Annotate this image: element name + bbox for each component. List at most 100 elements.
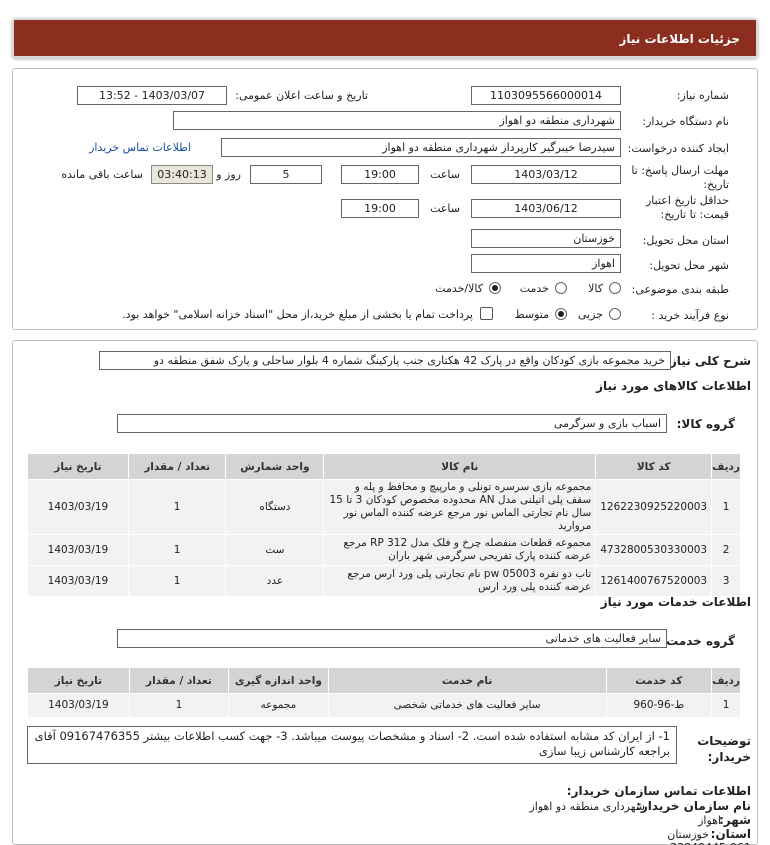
goods-col-qty: تعداد / مقدار: [127, 453, 227, 480]
cell-unit: ست: [225, 534, 325, 566]
buyer-notes-field: 1- از ایران کد مشابه استفاده شده است. 2-…: [27, 726, 677, 764]
page-header: جزئیات اطلاعات نیاز: [12, 18, 758, 58]
validity-time-field: 19:00: [341, 199, 419, 218]
cell-qty: 1: [128, 693, 230, 718]
province-label: استان محل تحویل:: [642, 234, 729, 247]
deadline-date-field: 1403/03/12: [471, 165, 621, 184]
contact-province-value: خوزستان: [667, 828, 709, 841]
services-col-date: تاریخ نیاز: [27, 667, 130, 694]
contact-phone-partial: 33840445-061: [670, 841, 751, 845]
services-col-qty: تعداد / مقدار: [128, 667, 230, 694]
deadline-label-2: تاریخ:: [703, 178, 729, 191]
contact-province-label: استان:: [710, 827, 751, 841]
process-radio-medium[interactable]: [555, 308, 567, 320]
cell-code: 4732800530330003: [595, 534, 713, 566]
buyer-org-field: شهرداری منطقه دو اهواز: [173, 111, 621, 130]
services-col-row: ردیف: [711, 667, 741, 694]
category-label: طبقه بندی موضوعی:: [631, 283, 729, 296]
validity-label-2: قیمت: تا تاریخ:: [660, 208, 729, 221]
cell-qty: 1: [127, 479, 227, 535]
services-table: ردیف کد خدمت نام خدمت واحد اندازه گیری ت…: [27, 667, 741, 718]
service-group-field: سایر فعالیت های خدماتی: [117, 629, 667, 648]
org-name-label: نام سازمان خریدار:: [636, 799, 751, 813]
cell-row: 3: [711, 565, 741, 597]
service-group-label: گروه خدمت:: [661, 634, 735, 648]
cell-unit: عدد: [225, 565, 325, 597]
process-medium-label: متوسط: [514, 308, 549, 321]
remaining-time-field: 03:40:13: [151, 165, 213, 184]
announce-field: 1403/03/07 - 13:52: [77, 86, 227, 105]
services-col-name: نام خدمت: [327, 667, 607, 694]
cell-unit: مجموعه: [228, 693, 329, 718]
buyer-contact-link[interactable]: اطلاعات تماس خریدار: [89, 141, 191, 154]
need-info-panel: شماره نیاز: 1103095566000014 تاریخ و ساع…: [12, 68, 758, 330]
cell-date: 1403/03/19: [27, 565, 129, 597]
need-number-field: 1103095566000014: [471, 86, 621, 105]
goods-section-title: اطلاعات کالاهای مورد نیاز: [596, 379, 751, 393]
deadline-time-field: 19:00: [341, 165, 419, 184]
goods-table: ردیف کد کالا نام کالا واحد شمارش تعداد /…: [27, 453, 741, 597]
days-remaining-field: 5: [250, 165, 322, 184]
services-table-header: ردیف کد خدمت نام خدمت واحد اندازه گیری ت…: [27, 667, 741, 694]
goods-col-code: کد کالا: [595, 453, 713, 480]
contact-city-value: اهواز: [698, 814, 721, 827]
cell-row: 1: [711, 479, 741, 535]
table-row: 3 1261400767520003 تاب دو نفره pw 05003 …: [27, 565, 741, 597]
cell-unit: دستگاه: [225, 479, 325, 535]
process-radio-minor[interactable]: [609, 308, 621, 320]
cell-code: 1262230925220003: [595, 479, 713, 535]
summary-field: خرید مجموعه بازی کودکان واقع در پارک 42 …: [99, 351, 671, 370]
goods-col-unit: واحد شمارش: [225, 453, 325, 480]
city-field: اهواز: [471, 254, 621, 273]
goods-group-label: گروه کالا:: [676, 417, 735, 431]
process-label: نوع فرآیند خرید :: [651, 309, 729, 322]
contact-section-title: اطلاعات تماس سازمان خریدار:: [566, 784, 751, 798]
goods-table-header: ردیف کد کالا نام کالا واحد شمارش تعداد /…: [27, 453, 741, 480]
goods-col-row: ردیف: [711, 453, 741, 480]
cell-row: 2: [711, 534, 741, 566]
cell-qty: 1: [127, 534, 227, 566]
cell-date: 1403/03/19: [27, 693, 130, 718]
goods-col-date: تاریخ نیاز: [27, 453, 129, 480]
category-goods-service-label: کالا/خدمت: [435, 282, 483, 295]
table-row: 1 1262230925220003 مجموعه بازی سرسره تون…: [27, 479, 741, 535]
goods-col-name: نام کالا: [323, 453, 597, 480]
announce-label: تاریخ و ساعت اعلان عمومی:: [235, 89, 368, 102]
creator-label: ایجاد کننده درخواست:: [627, 142, 729, 155]
remaining-time-label: ساعت باقی مانده: [61, 168, 143, 181]
cell-name: تاب دو نفره pw 05003 نام تجارتی پلی ورد …: [323, 565, 597, 597]
process-minor-label: جزیی: [577, 308, 603, 321]
table-row: 1 ط-96-960 سایر فعالیت های خدماتی شخصی م…: [27, 693, 741, 718]
validity-date-field: 1403/06/12: [471, 199, 621, 218]
cell-code: ط-96-960: [605, 693, 713, 718]
treasury-payment-checkbox[interactable]: [480, 307, 493, 320]
category-radio-service[interactable]: [555, 282, 567, 294]
category-radio-goods-service[interactable]: [489, 282, 501, 294]
city-label: شهر محل تحویل:: [649, 259, 729, 272]
contact-city-label: شهر:: [719, 813, 751, 827]
org-name-value: شهرداری منطقه دو اهواز: [529, 800, 645, 813]
services-section-title: اطلاعات خدمات مورد نیاز: [600, 595, 751, 609]
buyer-notes-label: توضیحات: [697, 734, 751, 748]
category-goods-label: کالا: [588, 282, 603, 295]
validity-time-label: ساعت: [430, 202, 460, 215]
treasury-payment-note: پرداخت تمام یا بخشی از مبلغ خرید،از محل …: [122, 308, 473, 321]
cell-row: 1: [711, 693, 741, 718]
services-col-code: کد خدمت: [605, 667, 713, 694]
page-title: جزئیات اطلاعات نیاز: [619, 32, 740, 46]
cell-code: 1261400767520003: [595, 565, 713, 597]
need-number-label: شماره نیاز:: [676, 89, 729, 102]
cell-name: مجموعه بازی سرسره تونلی و مارپیچ و محافظ…: [323, 479, 597, 535]
summary-label: شرح کلی نیاز:: [665, 354, 751, 368]
deadline-time-label: ساعت: [430, 168, 460, 181]
cell-qty: 1: [127, 565, 227, 597]
services-col-unit: واحد اندازه گیری: [228, 667, 329, 694]
buyer-org-label: نام دستگاه خریدار:: [642, 115, 729, 128]
validity-label: حداقل تاریخ اعتبار: [645, 194, 729, 207]
category-radio-goods[interactable]: [609, 282, 621, 294]
need-details-panel: شرح کلی نیاز: خرید مجموعه بازی کودکان وا…: [12, 340, 758, 845]
creator-field: سیدرضا خیبرگیر کارپرداز شهرداری منطقه دو…: [221, 138, 621, 157]
deadline-label: مهلت ارسال پاسخ: تا: [631, 164, 729, 177]
buyer-notes-label-2: خریدار:: [707, 750, 751, 764]
cell-date: 1403/03/19: [27, 479, 129, 535]
